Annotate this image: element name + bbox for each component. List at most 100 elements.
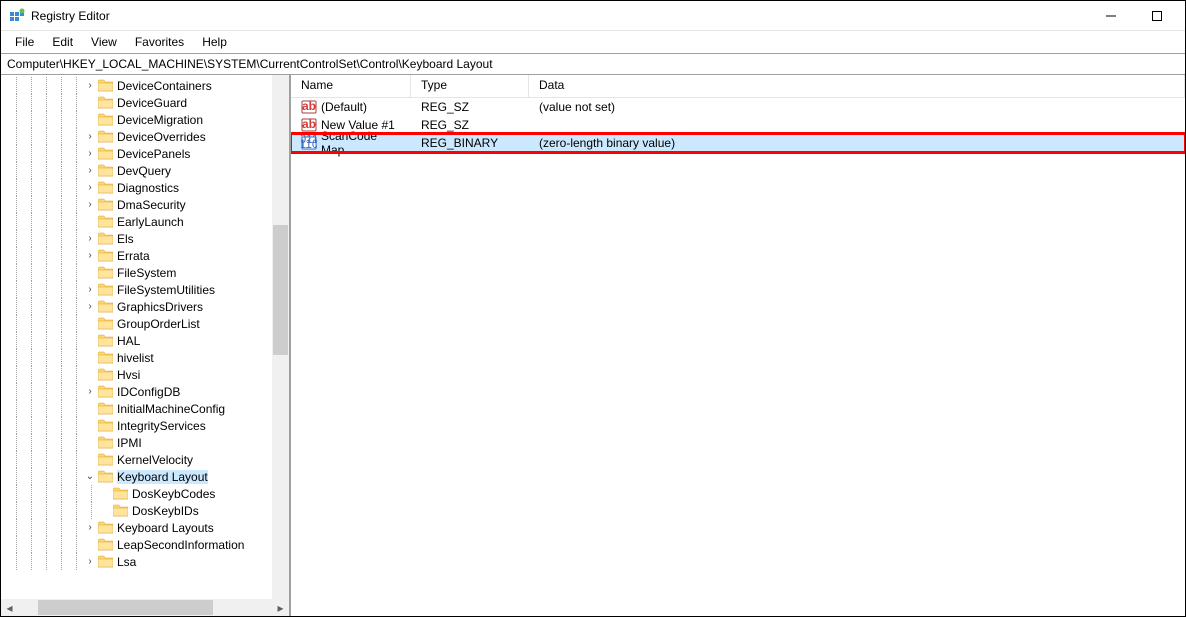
- tree-expander[interactable]: ›: [84, 301, 96, 313]
- value-type: REG_BINARY: [411, 136, 529, 150]
- tree-item[interactable]: DosKeybIDs: [1, 502, 289, 519]
- regedit-icon: [9, 8, 25, 24]
- folder-icon: [98, 96, 113, 109]
- folder-icon: [98, 215, 113, 228]
- tree-item-label: Els: [117, 232, 134, 246]
- tree-item[interactable]: LeapSecondInformation: [1, 536, 289, 553]
- folder-icon: [98, 283, 113, 296]
- tree-expander[interactable]: ›: [84, 148, 96, 160]
- tree-item[interactable]: ›DmaSecurity: [1, 196, 289, 213]
- tree-item-label: KernelVelocity: [117, 453, 193, 467]
- tree-item[interactable]: InitialMachineConfig: [1, 400, 289, 417]
- hscrollbar-thumb[interactable]: [38, 600, 213, 615]
- tree-item-label: Errata: [117, 249, 150, 263]
- tree-expander[interactable]: ›: [84, 199, 96, 211]
- tree-item[interactable]: ›DeviceContainers: [1, 77, 289, 94]
- menu-help[interactable]: Help: [194, 33, 235, 51]
- tree-item-label: DevicePanels: [117, 147, 190, 161]
- tree-hscrollbar[interactable]: ◂ ▸: [1, 599, 289, 616]
- tree-item[interactable]: ⌄Keyboard Layout: [1, 468, 289, 485]
- folder-icon: [98, 249, 113, 262]
- tree-expander: [84, 97, 96, 109]
- tree-item[interactable]: DeviceMigration: [1, 111, 289, 128]
- tree-item[interactable]: DeviceGuard: [1, 94, 289, 111]
- list-row[interactable]: ab(Default)REG_SZ(value not set): [291, 98, 1185, 116]
- svg-text:110: 110: [301, 137, 317, 151]
- tree-item[interactable]: › Lsa: [1, 553, 289, 570]
- tree-expander[interactable]: ›: [84, 556, 96, 568]
- tree-expander: [84, 267, 96, 279]
- tree-item[interactable]: EarlyLaunch: [1, 213, 289, 230]
- tree-item[interactable]: ›Diagnostics: [1, 179, 289, 196]
- tree-expander[interactable]: ⌄: [84, 471, 96, 483]
- tree-item-label: Hvsi: [117, 368, 140, 382]
- tree-item[interactable]: ›Keyboard Layouts: [1, 519, 289, 536]
- tree-expander: [84, 369, 96, 381]
- folder-icon: [98, 198, 113, 211]
- tree-item[interactable]: IntegrityServices: [1, 417, 289, 434]
- tree-item[interactable]: FileSystem: [1, 264, 289, 281]
- value-name: ScanCode Map: [321, 129, 401, 157]
- maximize-button[interactable]: [1143, 6, 1171, 26]
- vscrollbar-thumb[interactable]: [273, 225, 288, 355]
- tree-item-label: LeapSecondInformation: [117, 538, 244, 552]
- tree-item[interactable]: DosKeybCodes: [1, 485, 289, 502]
- tree-item[interactable]: ›DeviceOverrides: [1, 128, 289, 145]
- tree-item[interactable]: › GraphicsDrivers: [1, 298, 289, 315]
- tree-item-label: GraphicsDrivers: [117, 300, 203, 314]
- tree-item[interactable]: › DevicePanels: [1, 145, 289, 162]
- menu-favorites[interactable]: Favorites: [127, 33, 192, 51]
- addressbar[interactable]: Computer\HKEY_LOCAL_MACHINE\SYSTEM\Curre…: [1, 53, 1185, 75]
- hscroll-right-arrow[interactable]: ▸: [272, 599, 289, 616]
- address-path: Computer\HKEY_LOCAL_MACHINE\SYSTEM\Curre…: [7, 57, 493, 71]
- tree-expander[interactable]: ›: [84, 182, 96, 194]
- tree-item[interactable]: › Errata: [1, 247, 289, 264]
- tree-item-label: Lsa: [117, 555, 136, 569]
- tree-item-label: hivelist: [117, 351, 154, 365]
- tree-expander[interactable]: ›: [84, 386, 96, 398]
- tree-item-label: HAL: [117, 334, 140, 348]
- tree-item-label: DosKeybIDs: [132, 504, 199, 518]
- tree-root[interactable]: ›DeviceContainersDeviceGuardDeviceMigrat…: [1, 75, 289, 599]
- tree-pane: ›DeviceContainersDeviceGuardDeviceMigrat…: [1, 75, 291, 616]
- tree-item-label: InitialMachineConfig: [117, 402, 225, 416]
- tree-expander: [84, 352, 96, 364]
- menu-edit[interactable]: Edit: [44, 33, 81, 51]
- tree-vscrollbar[interactable]: [272, 75, 289, 599]
- tree-item[interactable]: › Els: [1, 230, 289, 247]
- menu-view[interactable]: View: [83, 33, 125, 51]
- list-body[interactable]: ab(Default)REG_SZ(value not set)abNew Va…: [291, 98, 1185, 152]
- list-header: Name Type Data: [291, 75, 1185, 98]
- tree-item-label: IDConfigDB: [117, 385, 180, 399]
- tree-item[interactable]: ›DevQuery: [1, 162, 289, 179]
- col-header-name[interactable]: Name: [291, 75, 411, 97]
- tree-expander[interactable]: ›: [84, 522, 96, 534]
- tree-item[interactable]: GroupOrderList: [1, 315, 289, 332]
- tree-item[interactable]: Hvsi: [1, 366, 289, 383]
- tree-expander: [84, 420, 96, 432]
- tree-expander[interactable]: ›: [84, 284, 96, 296]
- value-data: (zero-length binary value): [529, 136, 1185, 150]
- tree-item[interactable]: › IDConfigDB: [1, 383, 289, 400]
- hscroll-left-arrow[interactable]: ◂: [1, 599, 18, 616]
- tree-expander[interactable]: ›: [84, 80, 96, 92]
- tree-expander[interactable]: ›: [84, 250, 96, 262]
- tree-expander[interactable]: ›: [84, 165, 96, 177]
- tree-item[interactable]: ›FileSystemUtilities: [1, 281, 289, 298]
- folder-icon: [98, 470, 113, 483]
- folder-icon: [98, 402, 113, 415]
- col-header-type[interactable]: Type: [411, 75, 529, 97]
- list-row[interactable]: 011110ScanCode MapREG_BINARY(zero-length…: [291, 134, 1185, 152]
- tree-item[interactable]: HAL: [1, 332, 289, 349]
- col-header-data[interactable]: Data: [529, 75, 1185, 97]
- folder-icon: [98, 147, 113, 160]
- menu-file[interactable]: File: [7, 33, 42, 51]
- tree-expander[interactable]: ›: [84, 233, 96, 245]
- tree-item[interactable]: KernelVelocity: [1, 451, 289, 468]
- list-row[interactable]: abNew Value #1REG_SZ: [291, 116, 1185, 134]
- tree-item[interactable]: hivelist: [1, 349, 289, 366]
- tree-item[interactable]: IPMI: [1, 434, 289, 451]
- minimize-button[interactable]: [1097, 6, 1125, 26]
- folder-icon: [98, 334, 113, 347]
- tree-expander[interactable]: ›: [84, 131, 96, 143]
